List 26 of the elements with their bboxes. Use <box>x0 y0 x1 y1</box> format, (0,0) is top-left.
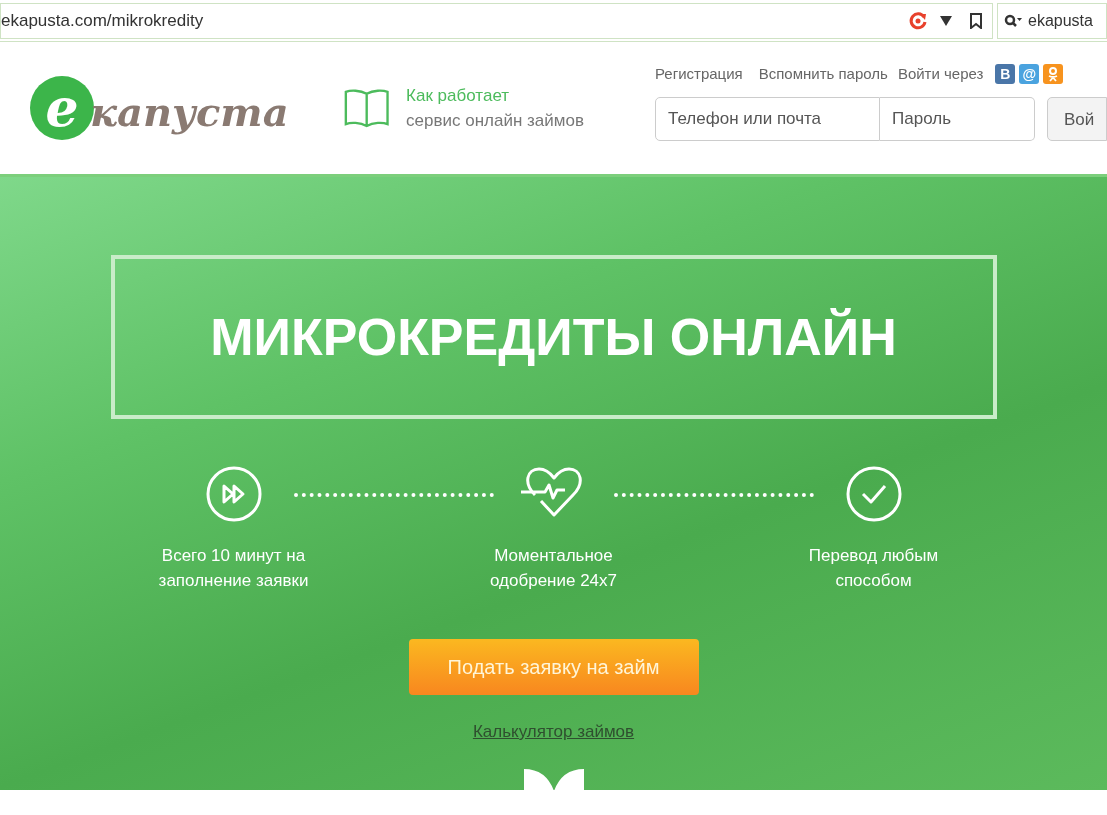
login-button[interactable]: Вой <box>1047 97 1107 142</box>
step-text: Моментальное одобрение 24х7 <box>489 545 618 592</box>
social-button[interactable]: @ <box>1019 64 1040 84</box>
password-input[interactable]: Пароль <box>880 97 1035 142</box>
social-button[interactable]: В <box>995 64 1016 84</box>
step-text: Перевод любым способом <box>807 545 940 592</box>
how-it-works-subtitle: сервис онлайн займов <box>406 110 585 132</box>
login-input[interactable]: Телефон или почта <box>655 97 880 142</box>
header-link[interactable]: Вспомнить пароль <box>758 62 888 86</box>
social-button[interactable] <box>1043 64 1064 84</box>
url-text: ekapusta.com/mikrokredity <box>1 9 204 32</box>
search-field[interactable]: ekapusta <box>997 2 1107 39</box>
how-it-works-link[interactable]: Как работает <box>406 82 643 108</box>
address-bar[interactable]: ekapusta.com/mikrokredity <box>0 2 993 39</box>
login-via-label: Войти через <box>897 63 984 84</box>
calculator-link[interactable]: Калькулятор займов <box>472 719 635 745</box>
hero-title: МИКРОКРЕДИТЫ ОНЛАЙН <box>210 307 897 368</box>
header-link[interactable]: Регистрация <box>655 62 743 86</box>
search-value: ekapusta <box>1028 10 1093 31</box>
check-icon <box>844 465 903 523</box>
bookmark-icon[interactable] <box>970 12 982 29</box>
search-icon <box>1004 13 1022 28</box>
reload-icon[interactable] <box>908 10 928 31</box>
dropdown-icon[interactable] <box>940 15 952 26</box>
step-text: Всего 10 минут на заполнение заявки <box>157 545 310 592</box>
fast-forward-icon <box>204 465 263 523</box>
